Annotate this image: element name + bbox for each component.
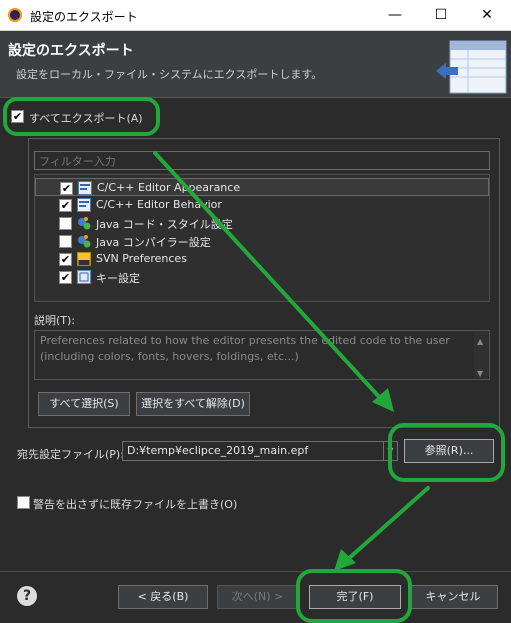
description-scrollbar[interactable]: ▲ ▼: [474, 332, 488, 378]
tree-item-label: キー設定: [96, 272, 140, 285]
finish-button[interactable]: 完了(F): [309, 585, 401, 609]
close-button[interactable]: ✕: [464, 0, 510, 31]
wizard-header: 設定のエクスポート 設定をローカル・ファイル・システムにエクスポートします。: [0, 31, 511, 98]
minimize-button[interactable]: —: [372, 0, 418, 31]
svn-icon: [77, 252, 91, 266]
page-title: 設定のエクスポート: [8, 43, 134, 59]
tree-item-checkbox[interactable]: ✔: [59, 199, 72, 212]
page-description: 設定をローカル・ファイル・システムにエクスポートします。: [16, 68, 323, 81]
tree-item-checkbox[interactable]: ✔: [60, 182, 73, 195]
destination-path-combo[interactable]: D:¥temp¥eclipce_2019_main.epf: [122, 441, 384, 461]
tree-item-checkbox[interactable]: [59, 217, 72, 230]
tree-item[interactable]: ✔ キー設定: [35, 268, 489, 286]
deselect-all-button[interactable]: 選択をすべて解除(D): [136, 392, 250, 416]
scroll-up-icon[interactable]: ▲: [477, 334, 483, 350]
filter-input[interactable]: フィルター入力: [34, 151, 490, 170]
tree-item[interactable]: Java コンパイラー設定: [35, 232, 489, 250]
tree-item-label: SVN Preferences: [96, 252, 187, 265]
eclipse-icon: [8, 8, 22, 22]
description-label: 説明(T):: [34, 314, 76, 327]
tree-item-label: Java コード・スタイル設定: [96, 218, 233, 231]
help-icon[interactable]: ?: [17, 586, 37, 606]
java-icon: [78, 217, 91, 230]
tree-item[interactable]: ✔ C/C++ Editor Appearance: [35, 178, 489, 196]
tree-item-checkbox[interactable]: ✔: [59, 253, 72, 266]
tree-item[interactable]: Java コード・スタイル設定: [35, 214, 489, 232]
overwrite-checkbox[interactable]: [17, 496, 30, 509]
tree-item-label: C/C++ Editor Appearance: [97, 181, 241, 194]
keys-icon: [77, 270, 91, 284]
annotation-arrow-2: [345, 486, 430, 562]
cpp-editor-icon: [77, 198, 91, 212]
maximize-button[interactable]: ☐: [418, 0, 464, 31]
back-button[interactable]: < 戻る(B): [118, 585, 208, 609]
tree-item-checkbox[interactable]: ✔: [59, 271, 72, 284]
destination-label: 宛先設定ファイル(P):: [17, 448, 124, 461]
preferences-tree[interactable]: ✔ C/C++ Editor Appearance ✔ C/C++ Editor…: [34, 174, 490, 302]
tree-item-label: Java コンパイラー設定: [96, 236, 211, 249]
tree-item[interactable]: ✔ SVN Preferences: [35, 250, 489, 268]
export-all-checkbox[interactable]: ✔: [11, 110, 24, 123]
description-text: Preferences related to how the editor pr…: [40, 334, 450, 363]
bottom-separator: [0, 571, 511, 572]
scroll-down-icon[interactable]: ▼: [477, 366, 483, 382]
description-box[interactable]: Preferences related to how the editor pr…: [34, 330, 490, 380]
chevron-down-icon[interactable]: ▼: [384, 441, 398, 461]
browse-button[interactable]: 参照(R)...: [404, 439, 494, 463]
window-title: 設定のエクスポート: [30, 10, 138, 24]
export-banner-icon: [436, 40, 507, 94]
overwrite-label[interactable]: 警告を出さずに既存ファイルを上書き(O): [33, 496, 237, 512]
java-icon: [78, 235, 91, 248]
tree-item-label: C/C++ Editor Behavior: [96, 198, 222, 211]
next-button[interactable]: 次へ(N) >: [217, 585, 298, 609]
cpp-editor-icon: [78, 181, 92, 195]
select-all-button[interactable]: すべて選択(S): [38, 392, 130, 416]
cancel-button[interactable]: キャンセル: [408, 585, 498, 609]
tree-item[interactable]: ✔ C/C++ Editor Behavior: [35, 196, 489, 214]
annotation-arrowhead-2: [334, 549, 356, 571]
title-bar: 設定のエクスポート — ☐ ✕: [0, 0, 511, 31]
tree-item-checkbox[interactable]: [59, 235, 72, 248]
export-all-label[interactable]: すべてエクスポート(A): [29, 110, 143, 126]
